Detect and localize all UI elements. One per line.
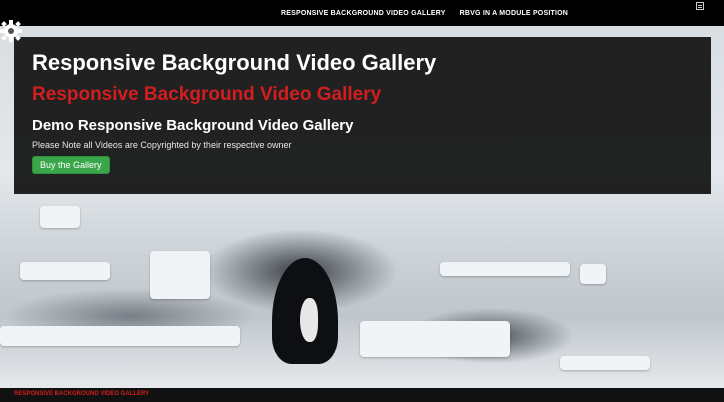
ice-floe	[0, 326, 240, 346]
buy-gallery-button[interactable]: Buy the Gallery	[32, 156, 110, 174]
menu-icon[interactable]	[696, 2, 704, 10]
footer: RESPONSIVE BACKGROUND VIDEO GALLERY	[0, 388, 724, 402]
main-nav: RESPONSIVE BACKGROUND VIDEO GALLERY RBVG…	[267, 0, 568, 26]
hero-title-red: Responsive Background Video Gallery	[32, 84, 382, 105]
nav-link-responsive-gallery[interactable]: RESPONSIVE BACKGROUND VIDEO GALLERY	[281, 10, 446, 17]
hero-overlay: Responsive Background Video Gallery Resp…	[14, 37, 711, 194]
orca-whale	[272, 258, 338, 364]
ice-floe	[40, 206, 80, 228]
ice-floe	[150, 251, 210, 299]
nav-link-rbvg-module[interactable]: RBVG IN A MODULE POSITION	[460, 10, 568, 17]
ice-floe	[580, 264, 606, 284]
hero-title: Responsive Background Video Gallery	[32, 50, 437, 75]
ice-floe	[560, 356, 650, 370]
footer-label: RESPONSIVE BACKGROUND VIDEO GALLERY	[14, 391, 150, 397]
copyright-note: Please Note all Videos are Copyrighted b…	[32, 140, 292, 150]
ice-floe	[20, 262, 110, 280]
gear-icon[interactable]	[0, 18, 26, 44]
ice-floe	[360, 321, 510, 357]
hero-subtitle: Demo Responsive Background Video Gallery	[32, 117, 354, 134]
top-navbar: RESPONSIVE BACKGROUND VIDEO GALLERY RBVG…	[0, 0, 724, 26]
ice-floe	[440, 262, 570, 276]
